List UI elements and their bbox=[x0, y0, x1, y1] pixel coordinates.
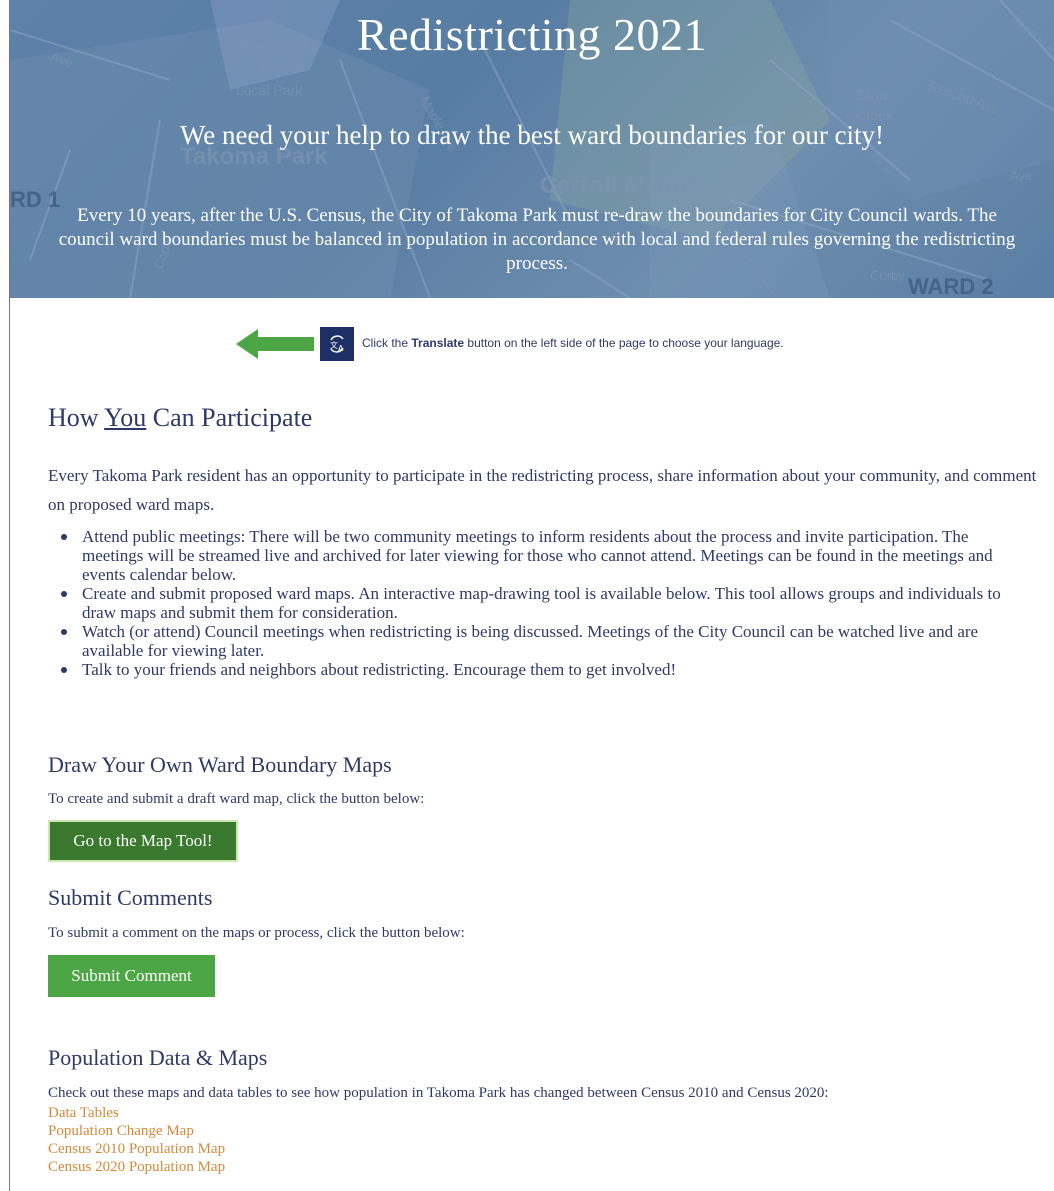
population-text: Check out these maps and data tables to … bbox=[48, 1085, 829, 1101]
draw-maps-heading: Draw Your Own Ward Boundary Maps bbox=[48, 752, 392, 777]
participate-list: Attend public meetings: There will be tw… bbox=[61, 527, 1032, 679]
population-heading: Population Data & Maps bbox=[48, 1045, 268, 1070]
translate-note: 文 A Click the Translate button on the le… bbox=[236, 325, 936, 361]
map-tool-button[interactable]: Go to the Map Tool! bbox=[48, 820, 238, 862]
map-label: Ave bbox=[1010, 168, 1032, 183]
translate-icon: 文 A bbox=[320, 327, 354, 361]
hero-description: Every 10 years, after the U.S. Census, t… bbox=[58, 205, 1016, 274]
svg-text:A: A bbox=[338, 344, 344, 353]
population-links: Data Tables Population Change Map Census… bbox=[48, 1104, 225, 1176]
census-2010-map-link[interactable]: Census 2010 Population Map bbox=[48, 1140, 225, 1158]
draw-maps-text: To create and submit a draft ward map, c… bbox=[48, 791, 425, 807]
list-item: Create and submit proposed ward maps. An… bbox=[61, 584, 1032, 622]
page: Takoma Park Branch Local Park Takoma Par… bbox=[0, 0, 1054, 1191]
left-arrow-icon bbox=[236, 329, 314, 359]
list-item: Attend public meetings: There will be tw… bbox=[61, 527, 1032, 584]
map-label: Branch bbox=[260, 59, 304, 75]
census-2020-map-link[interactable]: Census 2020 Population Map bbox=[48, 1158, 225, 1176]
list-item: Watch (or attend) Council meetings when … bbox=[61, 622, 1032, 660]
population-change-map-link[interactable]: Population Change Map bbox=[48, 1122, 225, 1140]
translate-instructions: Click the Translate button on the left s… bbox=[362, 336, 784, 350]
data-tables-link[interactable]: Data Tables bbox=[48, 1104, 225, 1122]
submit-comments-text: To submit a comment on the maps or proce… bbox=[48, 925, 465, 941]
list-item: Talk to your friends and neighbors about… bbox=[61, 660, 1032, 679]
participate-intro: Every Takoma Park resident has an opport… bbox=[48, 466, 1037, 514]
submit-comment-button[interactable]: Submit Comment bbox=[48, 955, 215, 997]
page-title: Redistricting 2021 bbox=[356, 9, 708, 60]
participate-heading: How You Can Participate bbox=[48, 403, 313, 432]
svg-text:文: 文 bbox=[330, 340, 338, 350]
map-label: WARD 2 bbox=[908, 274, 994, 298]
hero-banner: Takoma Park Branch Local Park Takoma Par… bbox=[10, 0, 1054, 298]
hero-subtitle: We need your help to draw the best ward … bbox=[179, 120, 885, 150]
map-label: Carroll Manor bbox=[540, 172, 696, 199]
map-label: Local Park bbox=[236, 82, 303, 98]
translate-keyword: Translate bbox=[411, 336, 465, 350]
submit-comments-heading: Submit Comments bbox=[48, 885, 213, 910]
map-label: Sligo bbox=[856, 87, 887, 103]
